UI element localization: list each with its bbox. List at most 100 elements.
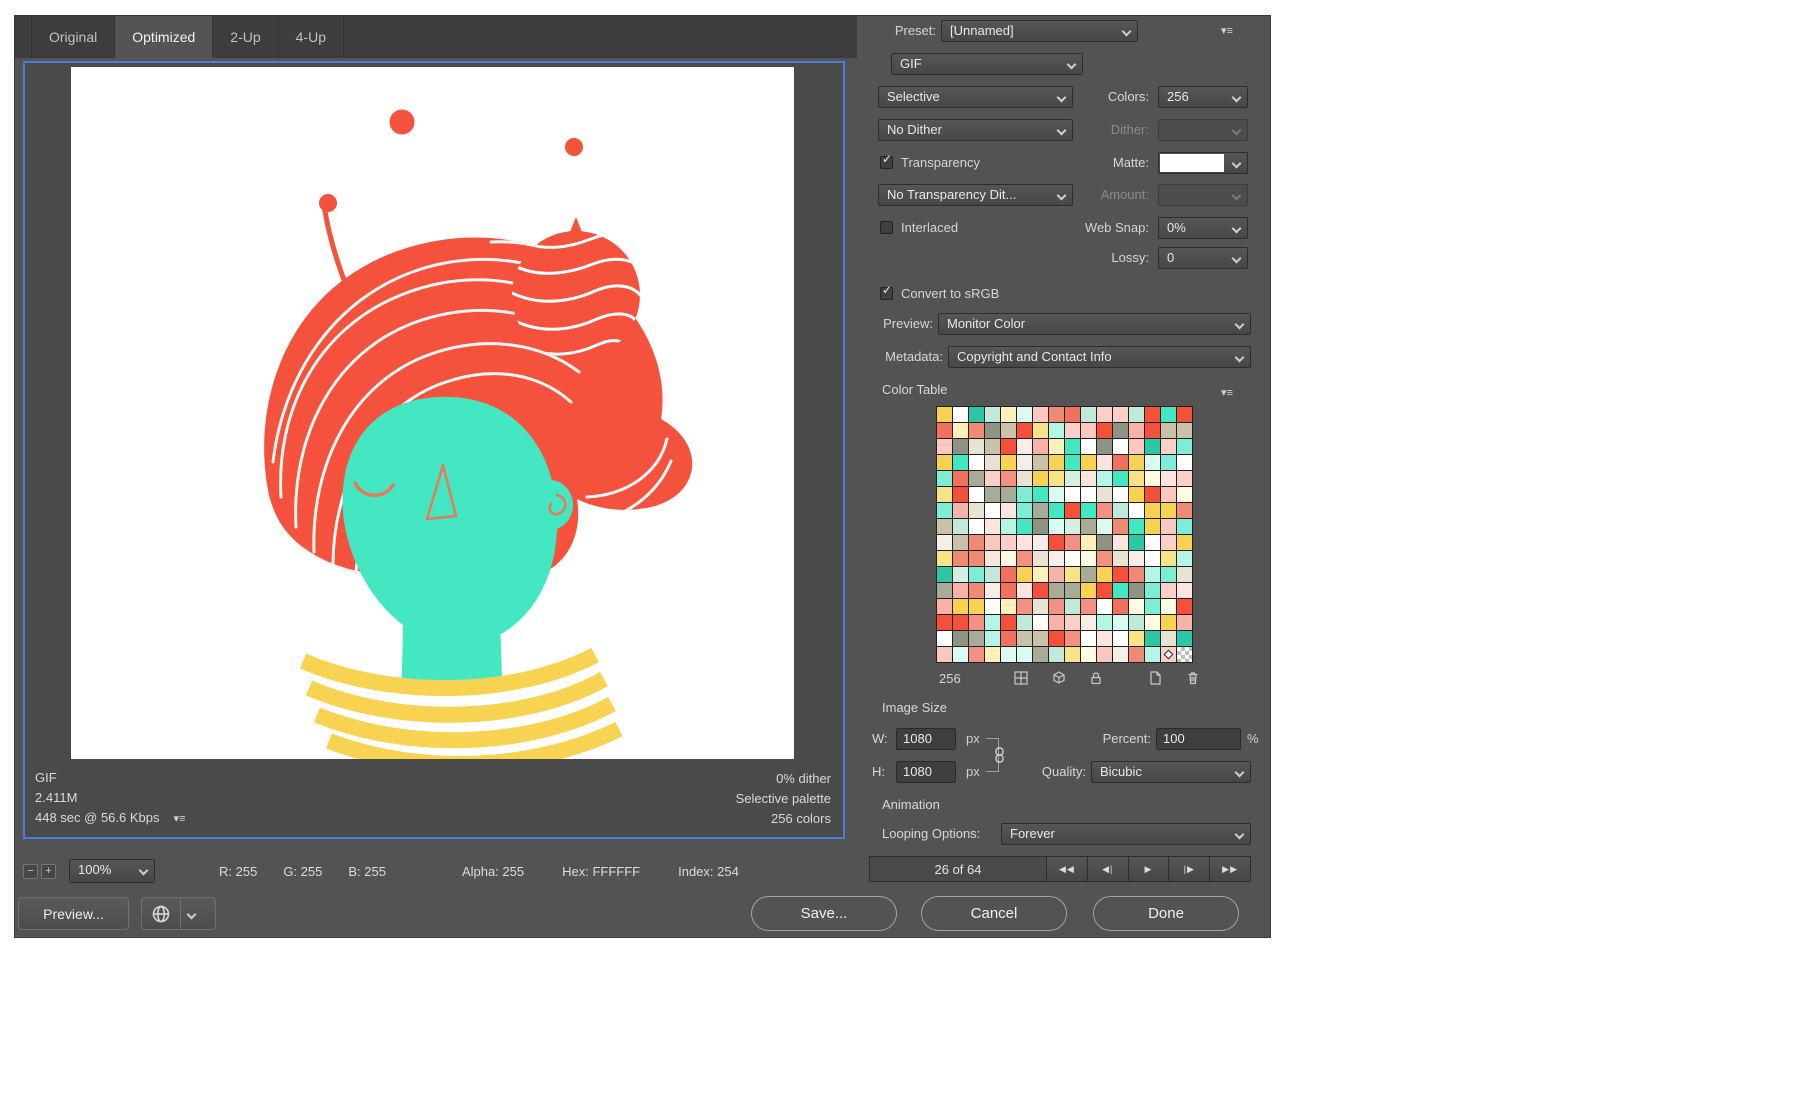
lossy-select[interactable]: 0: [1158, 247, 1248, 269]
color-swatch[interactable]: [1033, 503, 1048, 518]
matte-select[interactable]: [1158, 152, 1248, 174]
color-swatch[interactable]: [969, 423, 984, 438]
color-swatch[interactable]: [1033, 471, 1048, 486]
color-swatch[interactable]: [1081, 615, 1096, 630]
color-swatch[interactable]: [1161, 503, 1176, 518]
color-swatch[interactable]: [1177, 567, 1192, 582]
color-swatch[interactable]: [1081, 471, 1096, 486]
color-swatch[interactable]: [1161, 647, 1176, 662]
color-swatch[interactable]: [937, 519, 952, 534]
done-button[interactable]: Done: [1093, 896, 1239, 931]
color-swatch[interactable]: [1161, 583, 1176, 598]
color-swatch[interactable]: [1113, 519, 1128, 534]
color-swatch[interactable]: [1065, 599, 1080, 614]
color-swatch[interactable]: [969, 503, 984, 518]
color-swatch[interactable]: [1161, 471, 1176, 486]
color-swatch[interactable]: [937, 583, 952, 598]
color-swatch[interactable]: [1065, 439, 1080, 454]
color-table-menu-icon[interactable]: ▾≡: [1221, 382, 1233, 404]
preview-button[interactable]: Preview...: [18, 897, 129, 930]
color-swatch[interactable]: [1065, 615, 1080, 630]
tab-optimized[interactable]: Optimized: [115, 16, 213, 58]
color-swatch[interactable]: [969, 567, 984, 582]
color-swatch[interactable]: [1161, 423, 1176, 438]
color-swatch[interactable]: [1113, 407, 1128, 422]
color-swatch[interactable]: [1065, 647, 1080, 662]
color-swatch[interactable]: [985, 615, 1000, 630]
color-swatch[interactable]: [953, 647, 968, 662]
color-swatch[interactable]: [1049, 519, 1064, 534]
color-swatch[interactable]: [1145, 551, 1160, 566]
color-swatch[interactable]: [1001, 599, 1016, 614]
color-swatch[interactable]: [1001, 407, 1016, 422]
color-swatch[interactable]: [1001, 487, 1016, 502]
color-swatch[interactable]: [953, 439, 968, 454]
color-swatch[interactable]: [1081, 503, 1096, 518]
color-swatch[interactable]: [1001, 615, 1016, 630]
color-swatch[interactable]: [953, 599, 968, 614]
previous-frame-button[interactable]: ◀|: [1088, 857, 1129, 881]
color-swatch[interactable]: [985, 519, 1000, 534]
color-swatch[interactable]: [1113, 567, 1128, 582]
color-swatch[interactable]: [1033, 519, 1048, 534]
color-swatch[interactable]: [1065, 423, 1080, 438]
color-swatch[interactable]: [1065, 583, 1080, 598]
color-swatch[interactable]: [985, 439, 1000, 454]
optimized-preview-pane[interactable]: GIF 2.411M 448 sec @ 56.6 Kbps▾≡ 0% dith…: [23, 61, 845, 839]
color-swatch[interactable]: [1177, 519, 1192, 534]
color-swatch[interactable]: [1145, 535, 1160, 550]
color-swatch[interactable]: [985, 503, 1000, 518]
color-swatch[interactable]: [937, 615, 952, 630]
color-swatch[interactable]: [1097, 535, 1112, 550]
color-swatch[interactable]: [1129, 487, 1144, 502]
color-swatch[interactable]: [1145, 631, 1160, 646]
color-swatch[interactable]: [953, 423, 968, 438]
color-swatch[interactable]: [985, 535, 1000, 550]
color-swatch[interactable]: [1177, 647, 1192, 662]
color-swatch[interactable]: [953, 631, 968, 646]
color-swatch[interactable]: [1049, 567, 1064, 582]
color-swatch[interactable]: [937, 567, 952, 582]
color-swatch[interactable]: [1033, 583, 1048, 598]
color-swatch[interactable]: [1081, 647, 1096, 662]
color-swatch[interactable]: [985, 631, 1000, 646]
tab-2up[interactable]: 2-Up: [213, 16, 278, 58]
color-swatch[interactable]: [1081, 583, 1096, 598]
color-swatch[interactable]: [937, 599, 952, 614]
color-swatch[interactable]: [1097, 599, 1112, 614]
color-swatch[interactable]: [985, 423, 1000, 438]
color-swatch[interactable]: [985, 487, 1000, 502]
color-swatch[interactable]: [1017, 567, 1032, 582]
color-swatch[interactable]: [1065, 631, 1080, 646]
color-swatch[interactable]: [1049, 631, 1064, 646]
color-swatch[interactable]: [1001, 567, 1016, 582]
percent-field[interactable]: 100: [1156, 728, 1241, 750]
color-swatch[interactable]: [1129, 455, 1144, 470]
color-swatch[interactable]: [1161, 487, 1176, 502]
color-swatch[interactable]: [1113, 535, 1128, 550]
color-swatch[interactable]: [1049, 407, 1064, 422]
color-swatch[interactable]: [985, 599, 1000, 614]
color-swatch[interactable]: [1017, 503, 1032, 518]
color-swatch[interactable]: [1145, 439, 1160, 454]
color-swatch[interactable]: [1145, 519, 1160, 534]
color-swatch[interactable]: [969, 439, 984, 454]
first-frame-button[interactable]: ◀◀: [1047, 857, 1088, 881]
color-swatch[interactable]: [1033, 487, 1048, 502]
color-swatch[interactable]: [1177, 583, 1192, 598]
color-swatch[interactable]: [1129, 503, 1144, 518]
color-swatch[interactable]: [1033, 567, 1048, 582]
color-swatch[interactable]: [969, 519, 984, 534]
color-swatch[interactable]: [953, 487, 968, 502]
color-swatch[interactable]: [1145, 503, 1160, 518]
color-swatch[interactable]: [953, 407, 968, 422]
color-swatch[interactable]: [1081, 519, 1096, 534]
looping-options-select[interactable]: Forever: [1001, 823, 1251, 845]
color-swatch[interactable]: [1065, 455, 1080, 470]
color-swatch[interactable]: [1081, 551, 1096, 566]
color-swatch[interactable]: [1033, 407, 1048, 422]
dither-grid-icon[interactable]: [1013, 670, 1029, 686]
color-swatch[interactable]: [1177, 615, 1192, 630]
color-swatch[interactable]: [1113, 439, 1128, 454]
color-swatch[interactable]: [1001, 423, 1016, 438]
